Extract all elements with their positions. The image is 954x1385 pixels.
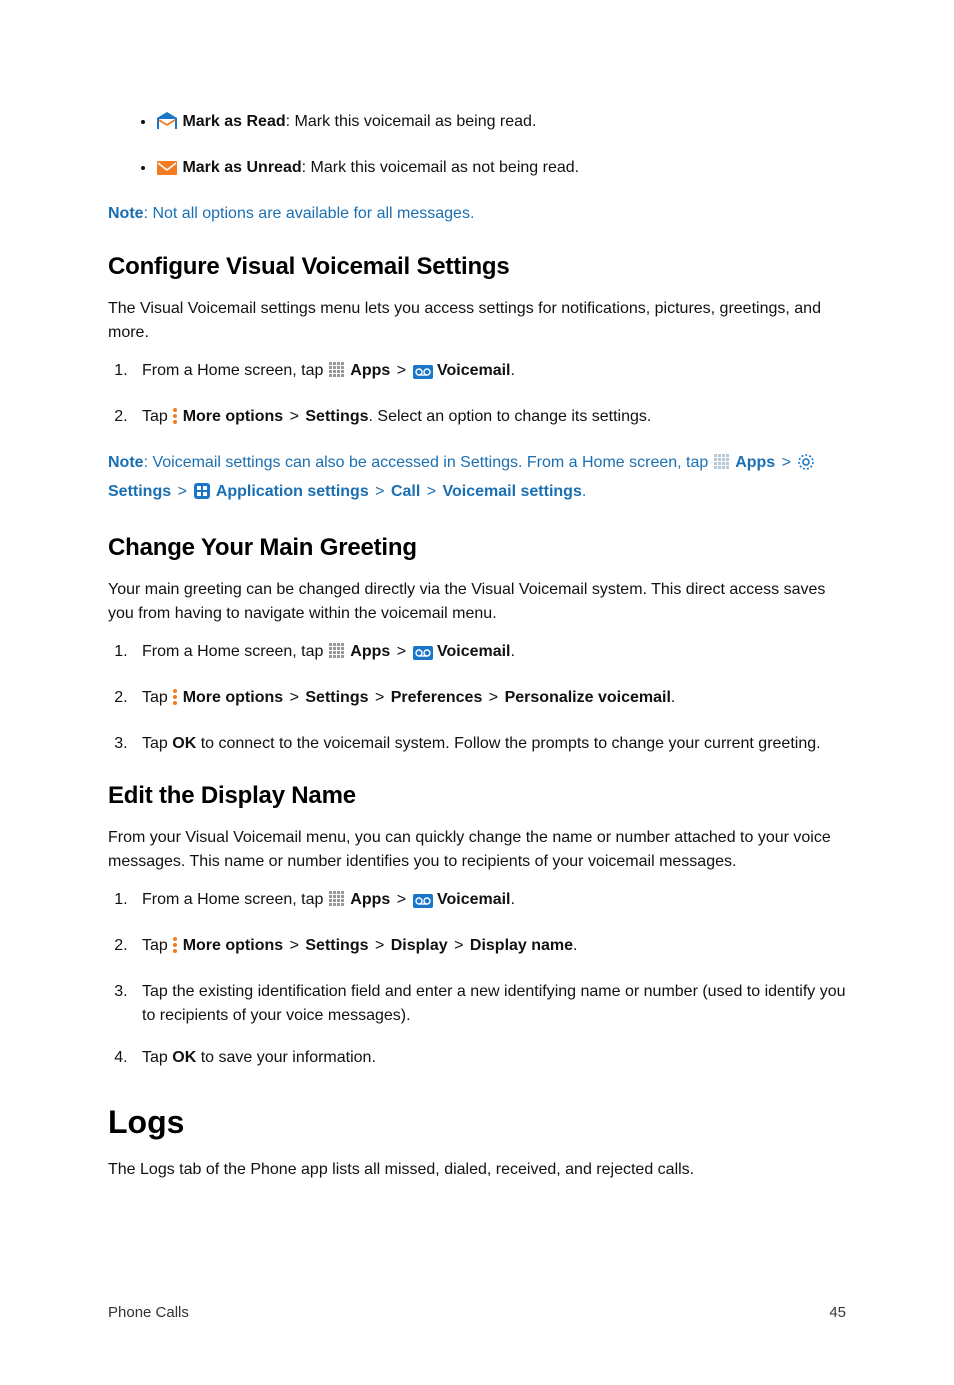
list-item: Tap More options > Settings > Preference…	[132, 686, 846, 714]
more-options-dots-icon	[172, 407, 178, 433]
para-greeting-intro: Your main greeting can be changed direct…	[108, 578, 846, 626]
list-item: Tap More options > Settings > Display > …	[132, 934, 846, 962]
bullet-mark-read: Mark as Read: Mark this voicemail as bei…	[156, 110, 846, 138]
list-item: From a Home screen, tap Apps > Voicemail…	[132, 359, 846, 387]
apps-grid-icon	[328, 642, 346, 668]
settings-gear-icon	[797, 453, 815, 480]
list-item: Tap OK to save your information.	[132, 1046, 846, 1070]
bullet-label: Mark as Unread	[182, 159, 301, 176]
voicemail-tape-icon	[413, 644, 433, 668]
envelope-open-blue-icon	[156, 112, 178, 138]
list-item: From a Home screen, tap Apps > Voicemail…	[132, 888, 846, 916]
footer-section: Phone Calls	[108, 1302, 189, 1325]
list-item: Tap OK to connect to the voicemail syste…	[132, 732, 846, 756]
bullet-desc: : Mark this voicemail as not being read.	[302, 159, 579, 176]
apps-grid-icon	[328, 890, 346, 916]
envelope-orange-icon	[156, 160, 178, 184]
para-logs-intro: The Logs tab of the Phone app lists all …	[108, 1158, 846, 1182]
list-item: Tap the existing identification field an…	[132, 980, 846, 1028]
voicemail-tape-icon	[413, 892, 433, 916]
bullet-desc: : Mark this voicemail as being read.	[286, 113, 537, 130]
list-item: From a Home screen, tap Apps > Voicemail…	[132, 640, 846, 668]
voicemail-tape-icon	[413, 363, 433, 387]
footer-page-number: 45	[829, 1302, 846, 1325]
note-options: Note: Not all options are available for …	[108, 202, 846, 227]
para-configure-intro: The Visual Voicemail settings menu lets …	[108, 297, 846, 345]
note-vm-settings: Note: Voicemail settings can also be acc…	[108, 451, 846, 509]
app-settings-icon	[193, 482, 211, 509]
apps-grid-icon	[713, 453, 731, 480]
heading-logs: Logs	[108, 1098, 846, 1146]
heading-change-greeting: Change Your Main Greeting	[108, 530, 846, 566]
list-item: Tap More options > Settings. Select an o…	[132, 405, 846, 433]
more-options-dots-icon	[172, 688, 178, 714]
bullet-mark-unread: Mark as Unread: Mark this voicemail as n…	[156, 156, 846, 184]
more-options-dots-icon	[172, 936, 178, 962]
heading-configure-vvm: Configure Visual Voicemail Settings	[108, 249, 846, 285]
para-display-intro: From your Visual Voicemail menu, you can…	[108, 826, 846, 874]
heading-edit-display-name: Edit the Display Name	[108, 778, 846, 814]
apps-grid-icon	[328, 361, 346, 387]
bullet-label: Mark as Read	[182, 113, 285, 130]
